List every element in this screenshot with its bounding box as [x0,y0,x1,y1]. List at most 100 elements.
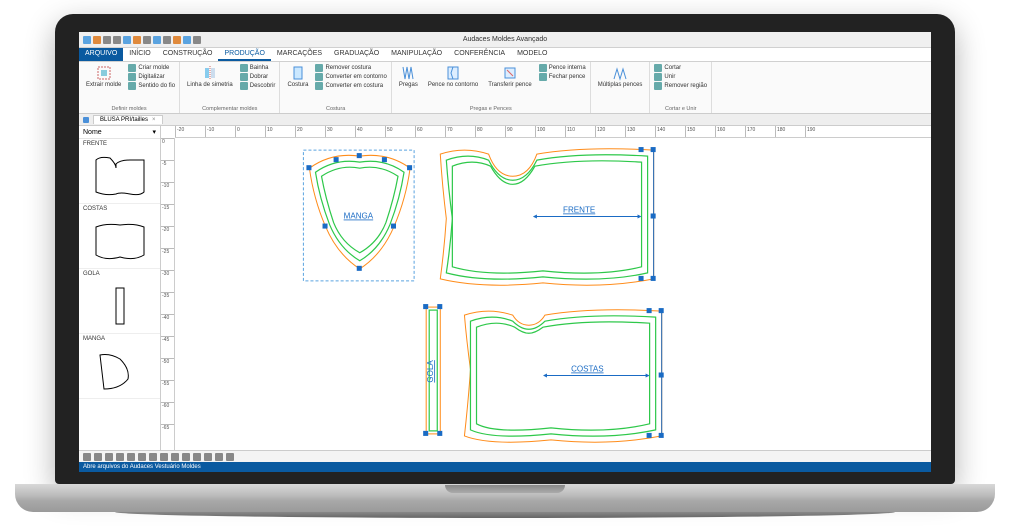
qat-icon[interactable] [193,36,201,44]
tab-producao[interactable]: PRODUÇÃO [218,48,270,61]
chevron-down-icon[interactable]: ▾ [152,128,156,136]
ruler-vertical: 0-5-10-15-20-25-30-35-40-45-50-55-60-65 [161,138,175,450]
tool-icon[interactable] [105,453,113,461]
ribbon-group-multiplas: Múltiplas pences [591,62,651,113]
piece-costas: COSTAS [464,308,663,442]
multiplas-pences-button[interactable]: Múltiplas pences [595,64,646,89]
tool-icon[interactable] [94,453,102,461]
sentido-fio-button[interactable]: Sentido do fio [128,82,175,90]
digitalizar-button[interactable]: Digitalizar [128,73,175,81]
tool-icon[interactable] [182,453,190,461]
pieces-panel: Nome ▾ FRENTE COSTAS [79,126,161,450]
criar-molde-button[interactable]: Criar molde [128,64,175,72]
tab-graduacao[interactable]: GRADUAÇÃO [328,48,385,61]
ribbon-group-complementar: Linha de simetria Bainha Dobrar Descobri… [180,62,280,113]
fechar-pence-button[interactable]: Fechar pence [539,73,586,81]
list-item[interactable]: FRENTE [79,139,160,204]
costura-button[interactable]: Costura [284,64,311,89]
tool-icon[interactable] [83,453,91,461]
dobrar-button[interactable]: Dobrar [240,73,276,81]
piece-label-costas: COSTAS [571,364,604,373]
tab-inicio[interactable]: INÍCIO [123,48,156,61]
transfer-dart-icon [502,65,518,81]
qat-icon[interactable] [153,36,161,44]
list-item[interactable]: GOLA [79,269,160,334]
to-contour-icon [315,73,323,81]
remover-costura-button[interactable]: Remover costura [315,64,386,72]
bainha-button[interactable]: Bainha [240,64,276,72]
tab-modelo[interactable]: MODELO [511,48,553,61]
pence-interna-button[interactable]: Pence interna [539,64,586,72]
thumb-costas [79,214,160,268]
document-tab[interactable]: BLUSA PRI/tailles × [93,115,163,124]
tab-manipulacao[interactable]: MANIPULAÇÃO [385,48,448,61]
transferir-pence-button[interactable]: Transferir pence [485,64,534,89]
cortar-button[interactable]: Cortar [654,64,707,72]
fold-icon [240,73,248,81]
qat-icon[interactable] [163,36,171,44]
document-tabs: BLUSA PRI/tailles × [79,114,931,126]
ribbon-group-pregas: Pregas Pence no contorno Transferir penc… [392,62,591,113]
tool-icon[interactable] [193,453,201,461]
tab-conferencia[interactable]: CONFERÊNCIA [448,48,511,61]
tool-icon[interactable] [226,453,234,461]
tool-icon[interactable] [138,453,146,461]
tab-construcao[interactable]: CONSTRUÇÃO [157,48,219,61]
ribbon-tabs: ARQUIVO INÍCIO CONSTRUÇÃO PRODUÇÃO MARCA… [79,48,931,62]
ribbon: Extrair molde Criar molde Digitalizar Se… [79,62,931,114]
converter-costura-button[interactable]: Converter em costura [315,82,386,90]
ribbon-group-definir: Extrair molde Criar molde Digitalizar Se… [79,62,180,113]
thumb-manga [79,344,160,398]
ribbon-group-cortar: Cortar Unir Remover região Cortar e Unir [650,62,712,113]
statusbar: Abre arquivos do Audaces Vestuário Molde… [79,462,931,472]
ruler-horizontal: -20-100102030405060708090100110120130140… [175,126,931,138]
laptop-base [15,484,995,512]
app-title: Audaces Moldes Avançado [463,36,547,43]
descobrir-button[interactable]: Descobrir [240,82,276,90]
remove-seam-icon [315,64,323,72]
ribbon-group-costura: Costura Remover costura Converter em con… [280,62,391,113]
qat-icon[interactable] [123,36,131,44]
grain-icon [128,82,136,90]
tool-icon[interactable] [215,453,223,461]
quick-access-toolbar [83,36,201,44]
qat-icon[interactable] [113,36,121,44]
tab-file[interactable]: ARQUIVO [79,48,123,61]
pregas-button[interactable]: Pregas [396,64,421,89]
tool-icon[interactable] [149,453,157,461]
tool-icon[interactable] [204,453,212,461]
pence-contorno-button[interactable]: Pence no contorno [425,64,481,89]
piece-gola: GOLA [423,304,442,436]
qat-icon[interactable] [133,36,141,44]
list-item[interactable]: COSTAS [79,204,160,269]
unir-button[interactable]: Unir [654,73,707,81]
tool-icon[interactable] [127,453,135,461]
qat-icon[interactable] [143,36,151,44]
qat-icon[interactable] [183,36,191,44]
hem-icon [240,64,248,72]
close-icon[interactable]: × [152,117,156,123]
close-dart-icon [539,73,547,81]
converter-contorno-button[interactable]: Converter em contorno [315,73,386,81]
qat-icon[interactable] [83,36,91,44]
list-item[interactable]: MANGA [79,334,160,399]
create-icon [128,64,136,72]
seam-icon [290,65,306,81]
tool-icon[interactable] [116,453,124,461]
qat-icon[interactable] [103,36,111,44]
cut-icon [654,64,662,72]
drawing-canvas[interactable]: MANGA [175,138,931,450]
qat-icon[interactable] [173,36,181,44]
piece-label-gola: GOLA [426,360,435,383]
extract-icon [96,65,112,81]
multi-dart-icon [612,65,628,81]
inner-dart-icon [539,64,547,72]
qat-icon[interactable] [93,36,101,44]
tool-icon[interactable] [160,453,168,461]
remover-regiao-button[interactable]: Remover região [654,82,707,90]
tool-icon[interactable] [171,453,179,461]
tab-marcacoes[interactable]: MARCAÇÕES [271,48,328,61]
linha-simetria-button[interactable]: Linha de simetria [184,64,236,89]
screen-bezel: Audaces Moldes Avançado ARQUIVO INÍCIO C… [55,14,955,484]
extrair-molde-button[interactable]: Extrair molde [83,64,124,89]
